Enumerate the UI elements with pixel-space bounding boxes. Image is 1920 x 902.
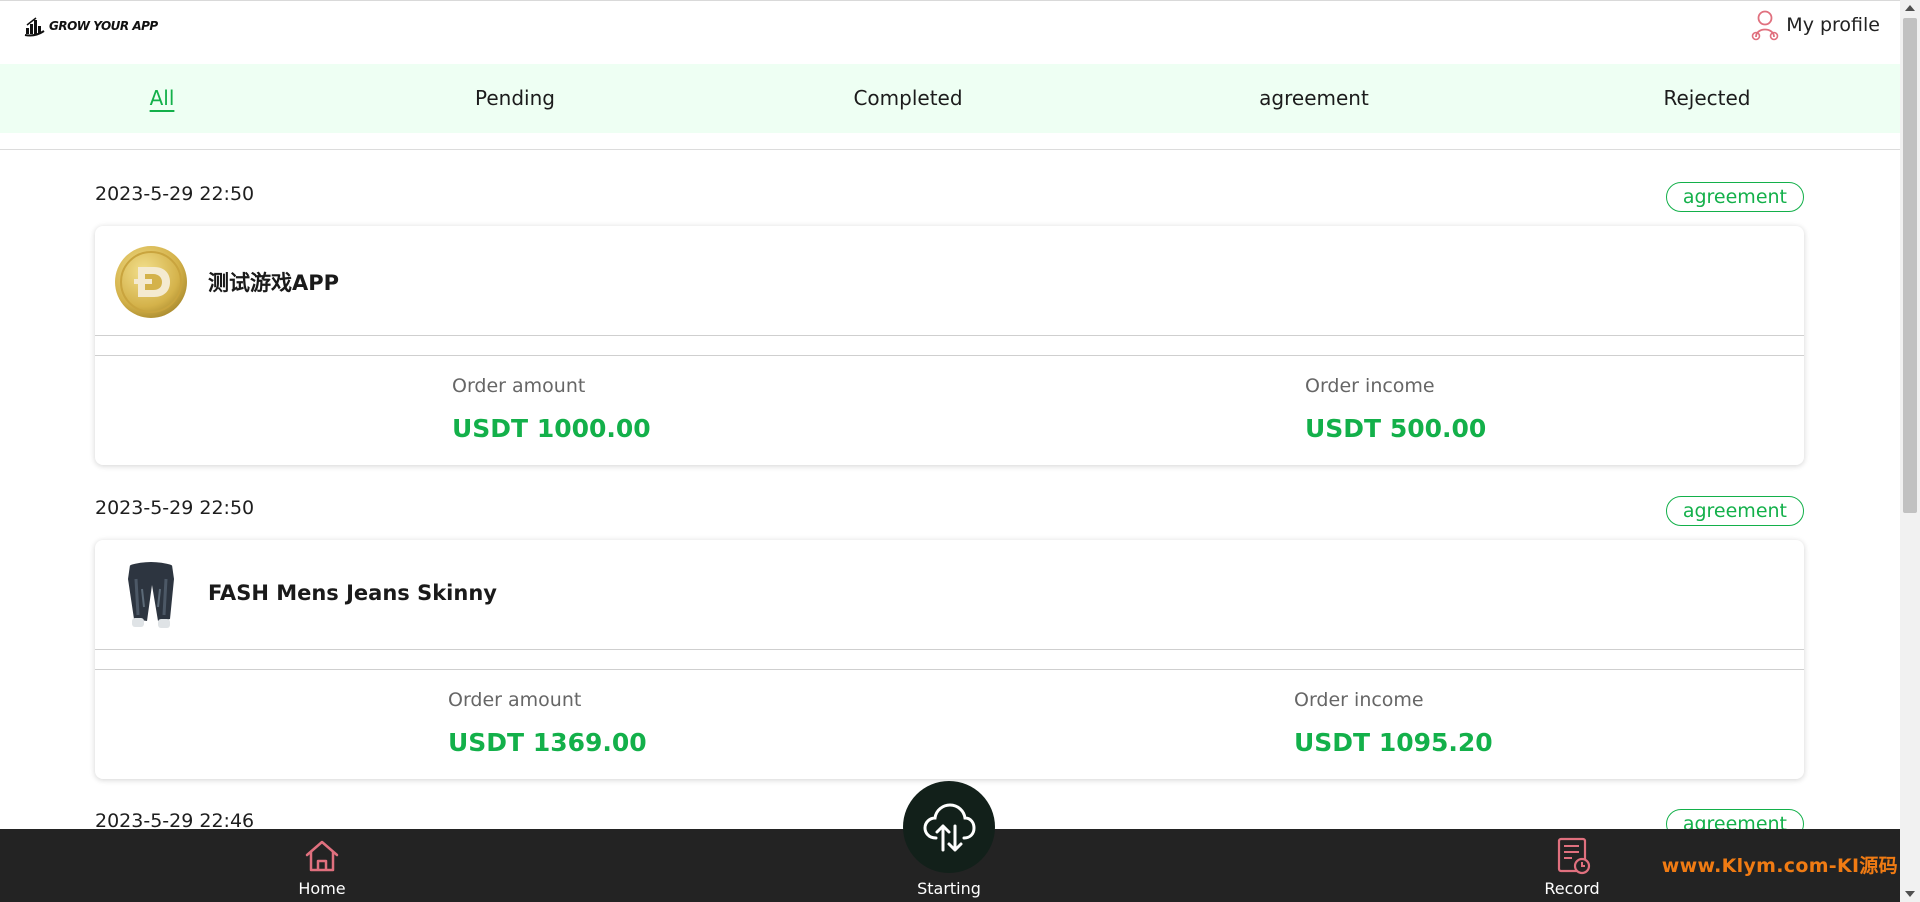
tab-rejected[interactable]: Rejected [1663, 64, 1750, 133]
user-profile-icon [1751, 10, 1779, 41]
tab-rejected-label: Rejected [1663, 86, 1751, 110]
scroll-down-icon[interactable] [1905, 891, 1915, 897]
card-divider [95, 669, 1804, 670]
page-scrollbar[interactable] [1900, 0, 1920, 902]
scroll-thumb[interactable] [1903, 18, 1917, 513]
order-amount-value: USDT 1000.00 [452, 414, 651, 443]
tab-agreement-label: agreement [1259, 86, 1369, 110]
tab-pending[interactable]: Pending [475, 64, 555, 133]
my-profile-link[interactable]: My profile [1750, 9, 1880, 41]
nav-home[interactable]: Home [282, 829, 362, 902]
app-screen: GROW YOUR APP My profile All Pending Com… [0, 0, 1900, 902]
tab-completed[interactable]: Completed [853, 64, 962, 133]
order-income-label: Order income [1294, 689, 1424, 711]
card-divider [95, 649, 1804, 650]
header: GROW YOUR APP My profile [0, 1, 1900, 63]
scroll-up-icon[interactable] [1905, 5, 1915, 11]
order-amount-label: Order amount [448, 689, 582, 711]
order-card[interactable]: FASH Mens Jeans Skinny Order amount USDT… [95, 540, 1804, 779]
product-name: 测试游戏APP [208, 271, 340, 295]
tab-pending-label: Pending [475, 86, 555, 110]
tab-completed-label: Completed [853, 86, 963, 110]
nav-home-label: Home [298, 879, 346, 898]
order-card-header: FASH Mens Jeans Skinny [95, 540, 1804, 649]
order-amount-label: Order amount [452, 375, 586, 397]
product-name: FASH Mens Jeans Skinny [208, 581, 497, 605]
watermark-text: www.Klym.com-KI源码 [1661, 855, 1898, 877]
viewport: GROW YOUR APP My profile All Pending Com… [0, 0, 1920, 902]
logo-text: GROW YOUR APP [49, 19, 158, 33]
order-date: 2023-5-29 22:50 [95, 183, 255, 205]
jeans-photo-icon [114, 559, 188, 633]
nav-record-label: Record [1544, 879, 1600, 898]
cloud-upload-download-icon [923, 803, 976, 852]
status-tabs: All Pending Completed agreement Rejected [0, 64, 1900, 133]
nav-starting-label: Starting [917, 879, 981, 898]
tab-agreement[interactable]: agreement [1259, 64, 1369, 133]
order-date: 2023-5-29 22:50 [95, 497, 255, 519]
chart-bars-logo-icon [24, 17, 45, 37]
record-icon [1557, 837, 1591, 875]
order-card-header: 测试游戏APP [95, 226, 1804, 335]
card-divider [95, 335, 1804, 336]
card-divider [95, 355, 1804, 356]
tab-all[interactable]: All [150, 64, 175, 133]
status-badge: agreement [1665, 182, 1804, 212]
dogecoin-logo-icon [114, 245, 188, 319]
order-income-value: USDT 500.00 [1305, 414, 1487, 443]
home-icon [305, 840, 339, 872]
app-logo[interactable]: GROW YOUR APP [24, 15, 158, 37]
nav-record[interactable]: Record [1532, 829, 1612, 902]
tabs-divider [0, 149, 1900, 150]
order-income-value: USDT 1095.20 [1294, 728, 1493, 757]
order-card[interactable]: 测试游戏APP Order amount USDT 1000.00 Order … [95, 226, 1804, 465]
status-badge: agreement [1665, 496, 1804, 526]
starting-button[interactable] [903, 781, 995, 873]
order-income-label: Order income [1305, 375, 1435, 397]
order-amount-value: USDT 1369.00 [448, 728, 647, 757]
my-profile-label: My profile [1786, 14, 1880, 36]
tab-all-label: All [149, 86, 175, 110]
